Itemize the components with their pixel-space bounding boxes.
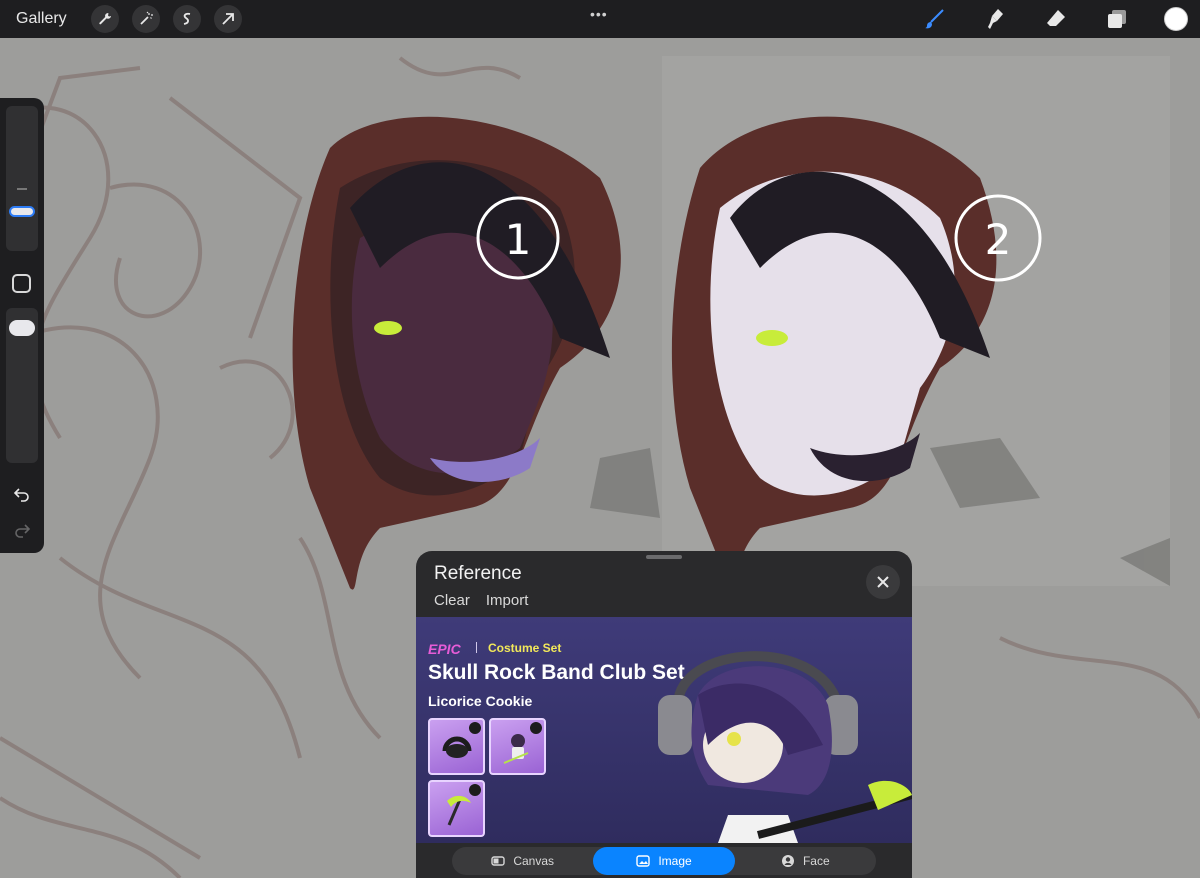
tab-image[interactable]: Image — [593, 847, 735, 875]
costume-item-outfit — [489, 718, 546, 775]
transform-button[interactable] — [214, 5, 242, 33]
reference-mode-tabs: Canvas Image Face — [452, 847, 876, 875]
costume-item-headphones — [428, 718, 485, 775]
wrench-icon — [99, 13, 111, 25]
rarity-label: EPIC — [428, 641, 461, 657]
undo-icon[interactable] — [12, 484, 32, 504]
set-type-label: Costume Set — [488, 641, 562, 655]
eraser-tool-button[interactable] — [1042, 5, 1070, 33]
brush-icon — [925, 9, 944, 29]
opacity-thumb[interactable] — [9, 320, 35, 336]
close-icon — [877, 576, 889, 588]
close-reference-button[interactable] — [866, 565, 900, 599]
modify-button[interactable] — [12, 274, 31, 293]
item-badge-icon — [530, 722, 542, 734]
canvas-icon — [491, 856, 506, 866]
image-icon — [636, 855, 651, 867]
panel-grabber[interactable] — [646, 555, 682, 559]
adjustments-button[interactable] — [132, 5, 160, 33]
left-sidebar — [0, 98, 44, 553]
selection-icon — [183, 12, 191, 25]
eraser-icon — [1047, 10, 1065, 26]
tab-canvas[interactable]: Canvas — [452, 847, 593, 875]
clear-button[interactable]: Clear — [434, 592, 470, 609]
color-picker-button[interactable] — [1164, 7, 1188, 31]
smudge-icon — [988, 9, 1003, 29]
transform-arrow-icon — [222, 13, 234, 25]
annotation-number-2: 2 — [985, 215, 1012, 264]
smudge-tool-button[interactable] — [981, 5, 1009, 33]
opacity-slider[interactable] — [6, 308, 38, 463]
costume-item-scythe — [428, 780, 485, 837]
actions-wrench-button[interactable] — [91, 5, 119, 33]
reference-title: Reference — [434, 563, 522, 584]
item-badge-icon — [469, 722, 481, 734]
face-painting-1: 1 — [292, 116, 621, 590]
layers-icon — [1108, 10, 1126, 28]
redo-icon[interactable] — [12, 520, 32, 540]
top-toolbar: Gallery ••• — [0, 0, 1200, 38]
reference-panel: Reference Clear Import EPIC Costume Set … — [416, 551, 912, 878]
tab-canvas-label: Canvas — [513, 854, 554, 868]
reference-image: EPIC Costume Set Skull Rock Band Club Se… — [416, 617, 912, 843]
item-badge-icon — [469, 784, 481, 796]
layers-button[interactable] — [1103, 5, 1131, 33]
licorice-cookie-illustration — [658, 651, 912, 843]
slider-tick — [17, 188, 27, 190]
import-button[interactable]: Import — [486, 592, 529, 609]
tab-image-label: Image — [658, 854, 692, 868]
brush-size-slider[interactable] — [6, 106, 38, 251]
gallery-button[interactable]: Gallery — [16, 10, 78, 28]
more-options-icon[interactable]: ••• — [590, 6, 608, 22]
annotation-number-1: 1 — [505, 215, 532, 264]
divider — [476, 642, 477, 653]
magic-wand-icon — [140, 11, 153, 25]
selection-button[interactable] — [173, 5, 201, 33]
face-icon — [781, 855, 794, 867]
tab-face[interactable]: Face — [735, 847, 876, 875]
brush-size-thumb[interactable] — [9, 206, 35, 217]
cookie-name: Licorice Cookie — [428, 693, 533, 709]
brush-tool-button[interactable] — [920, 5, 948, 33]
tab-face-label: Face — [802, 854, 830, 868]
